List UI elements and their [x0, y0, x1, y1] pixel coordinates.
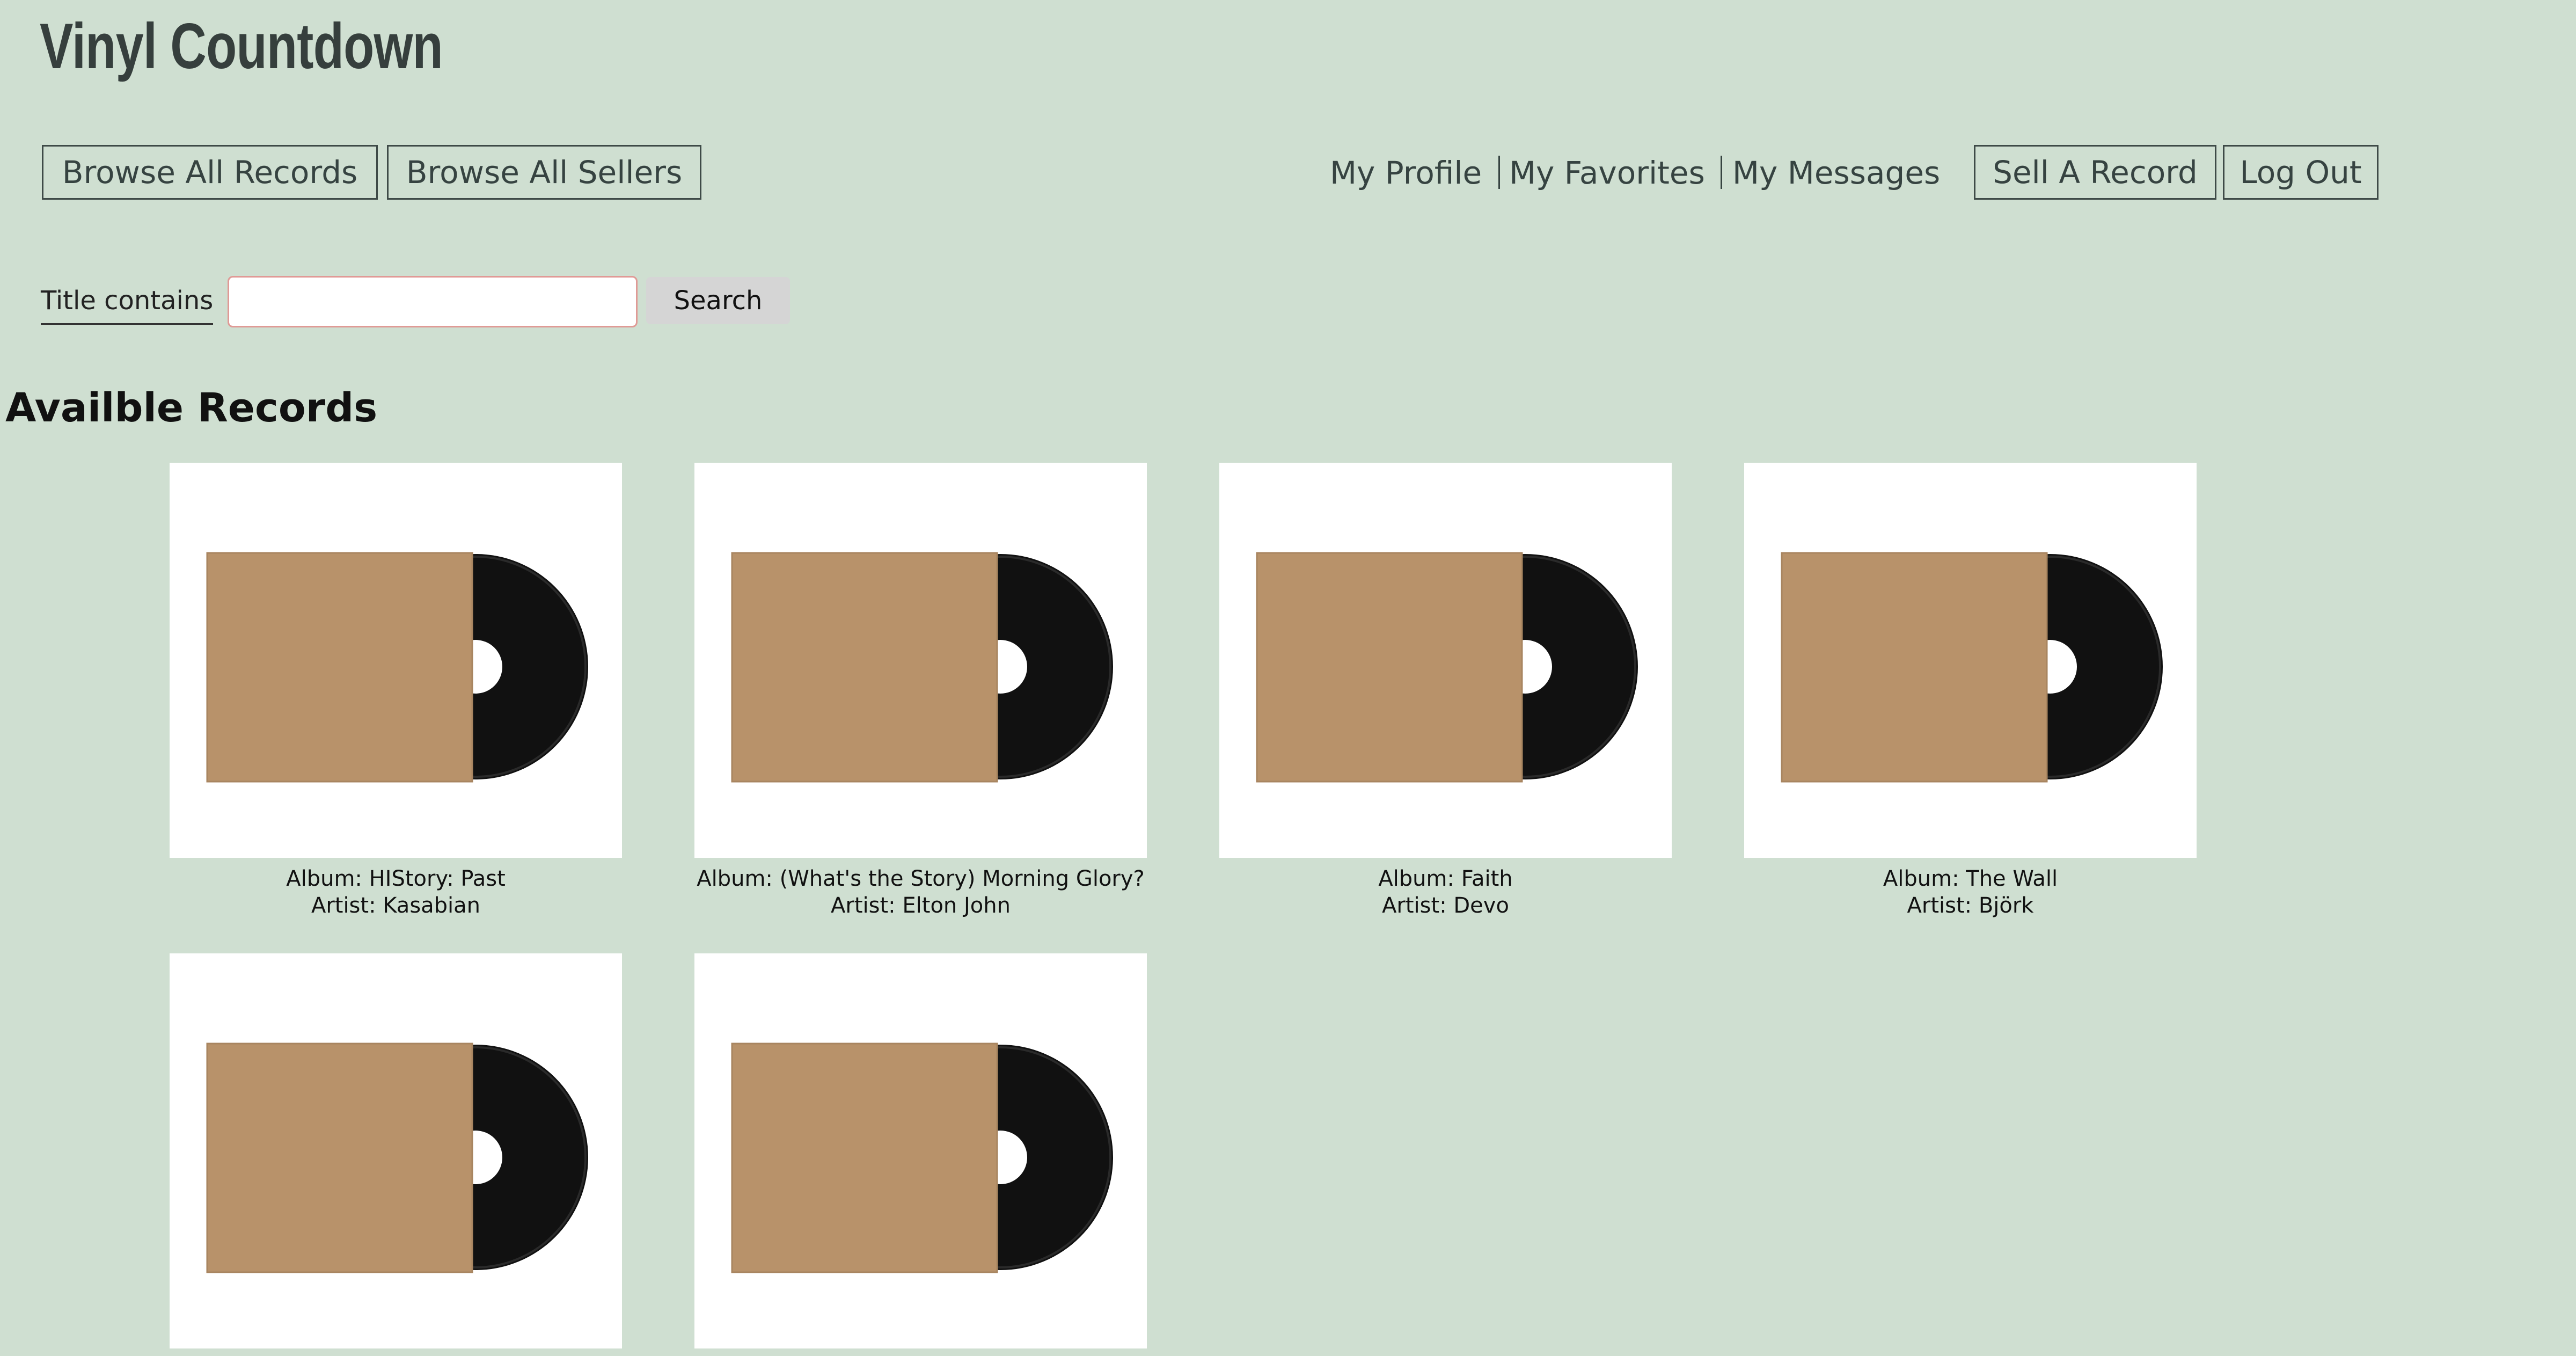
my-messages-link[interactable]: My Messages [1732, 146, 1940, 200]
record-card[interactable]: Album: The Wall Artist: Björk [1744, 463, 2197, 919]
record-album: Album: Faith [1378, 866, 1513, 891]
record-card[interactable] [170, 953, 622, 1356]
vinyl-sleeve-image [170, 463, 622, 858]
vinyl-sleeve-image [694, 463, 1147, 858]
vinyl-sleeve-image [170, 953, 622, 1348]
site-title: Vinyl Countdown [40, 10, 443, 82]
my-favorites-link[interactable]: My Favorites [1509, 146, 1705, 200]
browse-all-records-button[interactable]: Browse All Records [42, 145, 378, 200]
record-artist: Artist: Kasabian [311, 893, 481, 918]
record-album: Album: HIStory: Past [286, 866, 506, 891]
section-heading: Availble Records [5, 385, 378, 431]
search-button[interactable]: Search [646, 277, 790, 324]
vinyl-sleeve-image [694, 953, 1147, 1348]
record-card[interactable]: Album: HIStory: Past Artist: Kasabian [170, 463, 622, 919]
nav-divider [1498, 156, 1500, 189]
browse-all-sellers-button[interactable]: Browse All Sellers [387, 145, 701, 200]
record-artist: Artist: Elton John [831, 893, 1011, 918]
record-album: Album: The Wall [1883, 866, 2058, 891]
record-card[interactable]: Album: Faith Artist: Devo [1219, 463, 1672, 919]
search-label: Title contains [41, 279, 214, 325]
record-card[interactable] [694, 953, 1147, 1356]
record-artist: Artist: Björk [1907, 893, 2034, 918]
vinyl-sleeve-image [1744, 463, 2197, 858]
record-album: Album: (What's the Story) Morning Glory? [697, 866, 1145, 891]
record-card[interactable]: Album: (What's the Story) Morning Glory?… [694, 463, 1147, 919]
vinyl-sleeve-image [1219, 463, 1672, 858]
nav-divider [1721, 156, 1722, 189]
title-search-input[interactable] [228, 276, 638, 327]
my-profile-link[interactable]: My Profile [1330, 146, 1482, 200]
record-artist: Artist: Devo [1382, 893, 1509, 918]
log-out-button[interactable]: Log Out [2223, 145, 2379, 200]
sell-a-record-button[interactable]: Sell A Record [1974, 145, 2216, 200]
